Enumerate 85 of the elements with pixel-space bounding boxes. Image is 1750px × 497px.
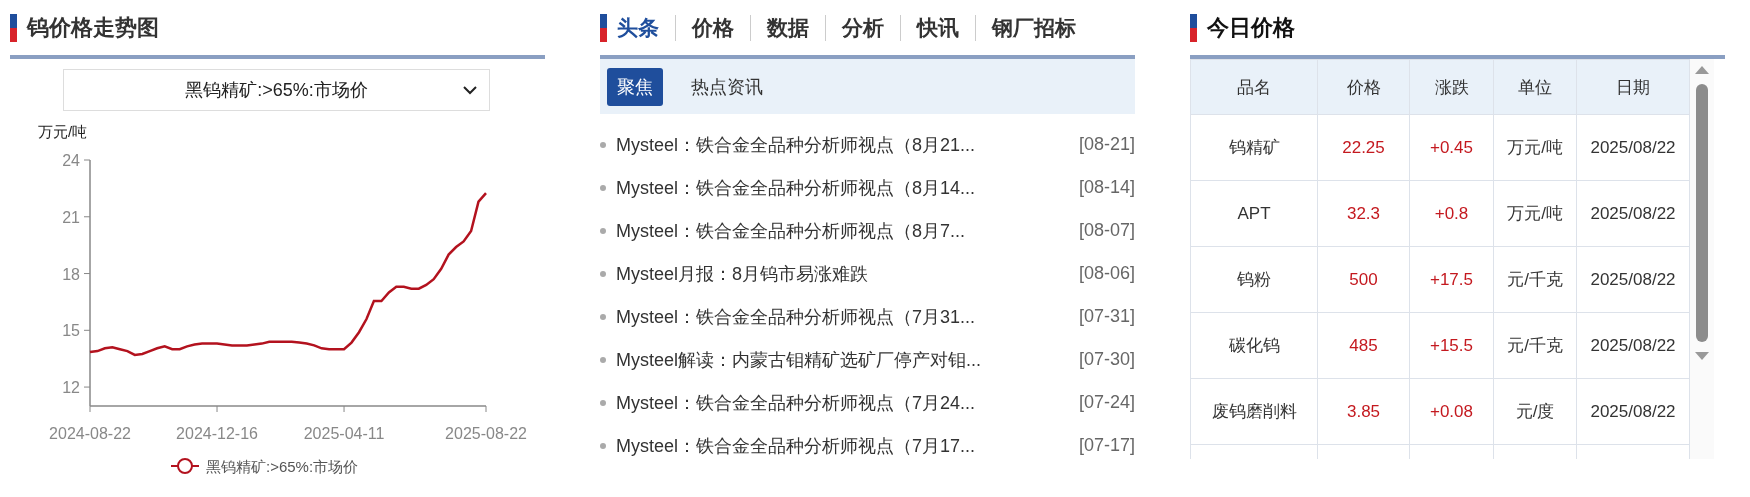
news-date: [08-06] <box>1078 263 1135 284</box>
news-date: [07-31] <box>1078 306 1135 327</box>
scroll-up-icon[interactable] <box>1695 65 1709 74</box>
table-cell: 2025/08/22 <box>1576 180 1690 247</box>
table-cell: 元/度 <box>1493 378 1577 445</box>
nav-tab[interactable]: 快讯 <box>917 14 959 42</box>
news-link[interactable]: Mysteel：铁合金全品种分析师视点（8月7... <box>616 218 1079 243</box>
table-cell: 2025/08/22 <box>1576 378 1690 445</box>
y-tick-label: 12 <box>62 379 80 397</box>
scroll-down-icon[interactable] <box>1695 352 1709 361</box>
column-header: 涨跌 <box>1409 59 1494 115</box>
column-header: 单位 <box>1493 59 1577 115</box>
news-date: [07-17] <box>1078 435 1135 456</box>
news-link[interactable]: Mysteel：铁合金全品种分析师视点（7月17... <box>616 433 1079 458</box>
column-header: 品名 <box>1190 59 1318 115</box>
subtab[interactable]: 热点资讯 <box>681 67 773 106</box>
nav-tab[interactable]: 头条 <box>617 14 659 42</box>
bullet-icon <box>600 399 606 406</box>
bullet-icon <box>600 141 606 148</box>
table-cell: 万元/吨 <box>1493 114 1577 181</box>
table-cell: +0.8 <box>1409 180 1494 247</box>
news-link[interactable]: Mysteel：铁合金全品种分析师视点（7月31... <box>616 304 1079 329</box>
table-cell: 2025/08/22 <box>1576 114 1690 181</box>
panel-title: 今日价格 <box>1207 14 1295 42</box>
nav-tab[interactable]: 数据 <box>767 14 809 42</box>
table-cell: 钨粉 <box>1190 246 1318 313</box>
y-tick-label: 21 <box>62 208 80 226</box>
bullet-icon <box>600 442 606 449</box>
news-link[interactable]: Mysteel月报：8月钨市易涨难跌 <box>616 261 1079 286</box>
table-cell: 22.25 <box>1317 114 1410 181</box>
table-cell: +0.08 <box>1409 378 1494 445</box>
bullet-icon <box>600 313 606 320</box>
news-link[interactable]: Mysteel：铁合金全品种分析师视点（8月21... <box>616 132 1079 157</box>
news-date: [08-14] <box>1078 177 1135 198</box>
table-cell: APT <box>1190 180 1318 247</box>
y-tick-label: 24 <box>62 152 80 169</box>
series-select[interactable]: 黑钨精矿:>65%:市场价 <box>63 69 490 111</box>
news-date: [07-30] <box>1078 349 1135 370</box>
table-cell: 碳化钨 <box>1190 312 1318 379</box>
x-tick-label: 2024-12-16 <box>176 425 258 442</box>
table-cell: 元/千克 <box>1493 246 1577 313</box>
nav-tab[interactable]: 钢厂招标 <box>992 14 1076 42</box>
scroll-thumb[interactable] <box>1696 84 1708 342</box>
table-cell: 500 <box>1317 246 1410 313</box>
table-cell: 钨精矿 <box>1190 114 1318 181</box>
panel-title: 钨价格走势图 <box>27 14 159 42</box>
bullet-icon <box>600 184 606 191</box>
title-marker-icon <box>1190 14 1197 42</box>
y-tick-label: 18 <box>62 265 80 283</box>
table-cell: 元/千克 <box>1493 312 1577 379</box>
x-tick-label: 2024-08-22 <box>49 425 131 442</box>
news-date: [08-21] <box>1078 134 1135 155</box>
subtab[interactable]: 聚焦 <box>607 67 663 106</box>
column-header: 价格 <box>1317 59 1410 115</box>
news-link[interactable]: Mysteel：铁合金全品种分析师视点（8月14... <box>616 175 1079 200</box>
news-date: [07-24] <box>1078 392 1135 413</box>
y-axis-unit: 万元/吨 <box>38 123 88 140</box>
bullet-icon <box>600 356 606 363</box>
nav-tab[interactable]: 分析 <box>842 14 884 42</box>
legend-marker-icon <box>170 458 200 474</box>
title-marker-icon <box>600 14 607 42</box>
chevron-down-icon <box>463 86 477 95</box>
bullet-icon <box>600 270 606 277</box>
bullet-icon <box>600 227 606 234</box>
table-cell: 32.3 <box>1317 180 1410 247</box>
table-cell: +17.5 <box>1409 246 1494 313</box>
title-marker-icon <box>10 14 17 42</box>
legend-label: 黑钨精矿:>65%:市场价 <box>206 458 359 475</box>
table-cell: 485 <box>1317 312 1410 379</box>
table-cell: 3.85 <box>1317 378 1410 445</box>
table-cell: +0.45 <box>1409 114 1494 181</box>
news-date: [08-07] <box>1078 220 1135 241</box>
x-tick-label: 2025-08-22 <box>445 425 527 442</box>
x-tick-label: 2025-04-11 <box>303 425 385 442</box>
table-cell: 2025/08/22 <box>1576 312 1690 379</box>
news-link[interactable]: Mysteel解读：内蒙古钼精矿选矿厂停产对钼... <box>616 347 1079 372</box>
y-tick-label: 15 <box>62 322 80 340</box>
table-cell: 废钨磨削料 <box>1190 378 1318 445</box>
nav-tab[interactable]: 价格 <box>692 14 734 42</box>
table-cell: 万元/吨 <box>1493 180 1577 247</box>
scrollbar[interactable] <box>1690 59 1714 459</box>
column-header: 日期 <box>1576 59 1690 115</box>
table-cell: +15.5 <box>1409 312 1494 379</box>
news-link[interactable]: Mysteel：铁合金全品种分析师视点（7月24... <box>616 390 1079 415</box>
table-cell: 2025/08/22 <box>1576 246 1690 313</box>
